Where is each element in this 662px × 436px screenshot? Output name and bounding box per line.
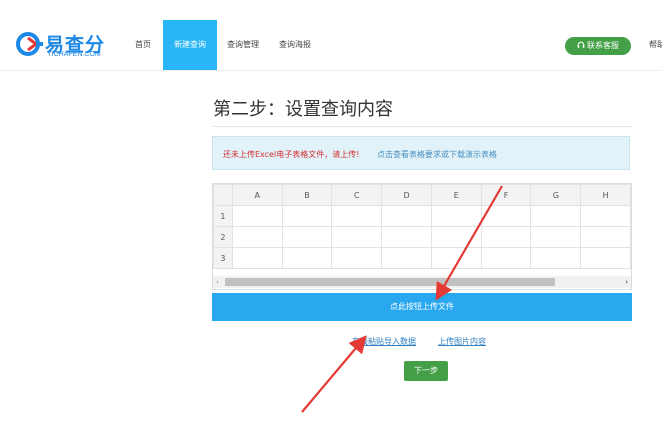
upload-file-button[interactable]: 点此按钮上传文件 bbox=[212, 293, 632, 321]
sheet-cell[interactable] bbox=[281, 226, 333, 248]
notice-warning: 还未上传Excel电子表格文件，请上传! bbox=[223, 150, 360, 159]
column-header: H bbox=[580, 184, 631, 206]
scroll-thumb[interactable] bbox=[225, 278, 555, 286]
column-header: E bbox=[430, 184, 482, 206]
column-header: A bbox=[231, 184, 283, 206]
sheet-cell[interactable] bbox=[430, 226, 482, 248]
row-header: 1 bbox=[213, 205, 233, 227]
horizontal-scrollbar[interactable]: ‹ › bbox=[213, 276, 631, 288]
column-header: G bbox=[530, 184, 582, 206]
sheet-cell[interactable] bbox=[381, 226, 432, 248]
scroll-left-icon[interactable]: ‹ bbox=[216, 276, 219, 288]
spreadsheet-preview: A B C D E F G H 1 2 3 ‹ › bbox=[212, 183, 632, 290]
nav-item-query-poster[interactable]: 查询海报 bbox=[279, 20, 311, 70]
brand-logo[interactable]: 易查分 YICHAFEN.COM bbox=[16, 30, 108, 62]
sheet-cell[interactable] bbox=[580, 247, 631, 269]
nav-item-query-manage[interactable]: 查询管理 bbox=[227, 20, 259, 70]
scroll-right-icon[interactable]: › bbox=[625, 276, 628, 288]
sheet-cell[interactable] bbox=[430, 247, 482, 269]
row-header: 2 bbox=[213, 226, 233, 248]
sheet-cell[interactable] bbox=[480, 205, 532, 227]
sheet-cell[interactable] bbox=[580, 205, 631, 227]
sheet-cell[interactable] bbox=[580, 226, 631, 248]
row-header: 3 bbox=[213, 247, 233, 269]
sheet-cell[interactable] bbox=[231, 247, 283, 269]
corner-cell bbox=[213, 184, 233, 206]
sheet-cell[interactable] bbox=[381, 247, 432, 269]
sheet-cell[interactable] bbox=[281, 247, 333, 269]
sheet-cell[interactable] bbox=[530, 226, 582, 248]
top-nav: 易查分 YICHAFEN.COM 首页 新建查询 查询管理 查询海报 联系客服 … bbox=[0, 20, 662, 71]
sheet-cell[interactable] bbox=[430, 205, 482, 227]
sheet-cell[interactable] bbox=[331, 226, 383, 248]
column-header: D bbox=[381, 184, 432, 206]
contact-support-button[interactable]: 联系客服 bbox=[565, 37, 631, 55]
nav-item-help[interactable]: 帮助 bbox=[649, 20, 662, 70]
nav-item-home[interactable]: 首页 bbox=[135, 20, 151, 70]
sheet-cell[interactable] bbox=[480, 226, 532, 248]
sheet-cell[interactable] bbox=[480, 247, 532, 269]
nav-item-new-query[interactable]: 新建查询 bbox=[163, 20, 217, 70]
sheet-cell[interactable] bbox=[231, 226, 283, 248]
column-header: F bbox=[480, 184, 532, 206]
sheet-cell[interactable] bbox=[231, 205, 283, 227]
upload-image-link[interactable]: 上传图片内容 bbox=[438, 336, 486, 347]
contact-support-label: 联系客服 bbox=[587, 41, 619, 50]
column-header: C bbox=[331, 184, 383, 206]
arrow-to-paste-icon bbox=[301, 335, 367, 413]
sheet-cell[interactable] bbox=[530, 205, 582, 227]
sheet-cell[interactable] bbox=[331, 247, 383, 269]
sheet-cell[interactable] bbox=[381, 205, 432, 227]
title-divider bbox=[212, 126, 632, 127]
upload-notice: 还未上传Excel电子表格文件，请上传! 点击查看表格要求或下载演示表格 bbox=[212, 136, 630, 170]
spreadsheet-grid: A B C D E F G H 1 2 3 bbox=[213, 184, 631, 269]
next-step-button[interactable]: 下一步 bbox=[404, 361, 448, 381]
sheet-cell[interactable] bbox=[281, 205, 333, 227]
sheet-cell[interactable] bbox=[331, 205, 383, 227]
column-header: B bbox=[281, 184, 333, 206]
notice-link[interactable]: 点击查看表格要求或下载演示表格 bbox=[377, 149, 497, 160]
paste-import-link[interactable]: 在线粘贴导入数据 bbox=[352, 336, 416, 347]
brand-domain: YICHAFEN.COM bbox=[47, 51, 101, 58]
yichafen-logo-icon bbox=[16, 32, 43, 56]
sheet-cell[interactable] bbox=[530, 247, 582, 269]
headset-icon bbox=[577, 41, 585, 48]
page-title: 第二步：设置查询内容 bbox=[213, 99, 393, 120]
